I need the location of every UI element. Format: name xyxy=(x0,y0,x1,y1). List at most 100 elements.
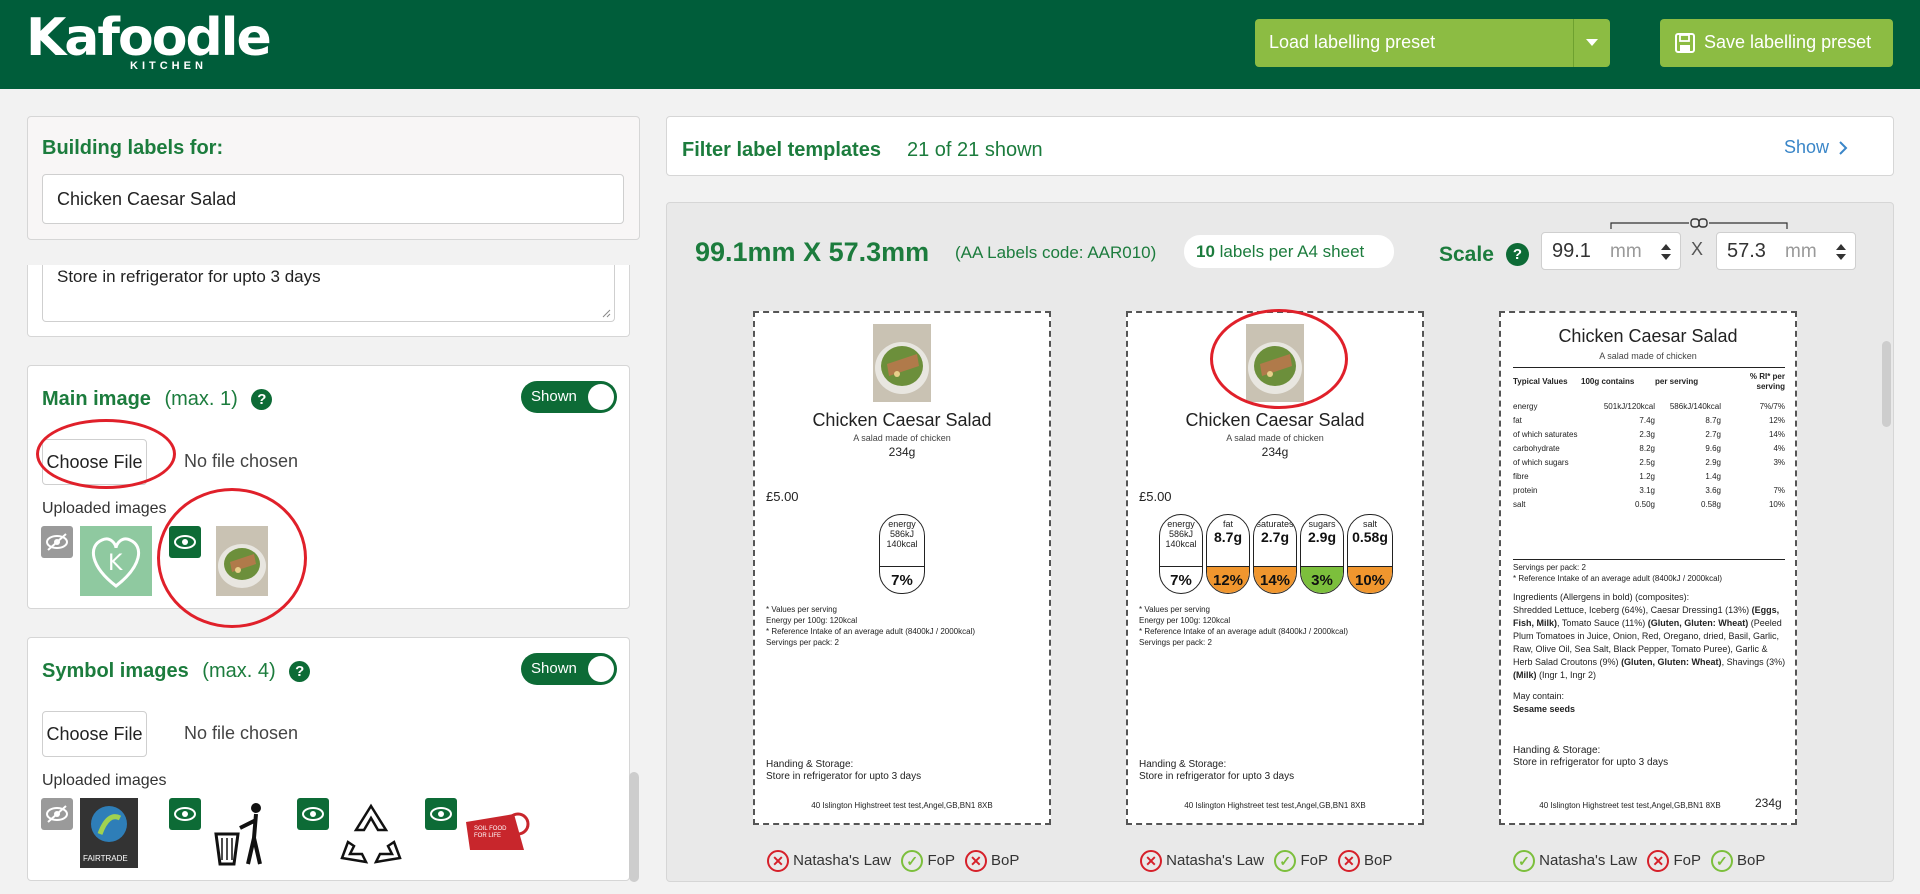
nutrition-rows: energy 501kJ/120kcal 586kJ/140kcal 7%/7% fat… xyxy=(1513,393,1785,512)
sugars-pct: 3% xyxy=(1301,566,1343,593)
kafoodle-logo[interactable]: Kafoodle xyxy=(26,10,272,66)
values-note: * Values per serving xyxy=(766,605,837,614)
nutrition-row: protein 3.1g 3.6g 7% xyxy=(1513,484,1785,498)
nutrition-row: fat 7.4g 8.7g 12% xyxy=(1513,414,1785,428)
eye-icon[interactable] xyxy=(425,798,457,830)
handling-text: Store in refrigerator for upto 3 days xyxy=(1513,757,1669,768)
eye-icon[interactable] xyxy=(169,798,201,830)
per-sheet-text: labels per A4 sheet xyxy=(1219,242,1365,261)
scale-height-input[interactable]: 57.3 mm xyxy=(1716,232,1856,270)
fat-label: fat xyxy=(1222,519,1233,529)
saturates-label: saturates xyxy=(1256,519,1294,529)
label-template-2[interactable]: Chicken Caesar Salad A salad made of chi… xyxy=(1126,309,1424,825)
chevron-right-icon xyxy=(1839,141,1848,155)
handling-text: Store in refrigerator for upto 3 days xyxy=(1139,771,1295,782)
help-icon[interactable]: ? xyxy=(251,389,273,411)
symbol-images-toggle[interactable]: Shown xyxy=(521,653,617,685)
handling-title: Handing & Storage: xyxy=(1513,745,1601,756)
salt-pct: 10% xyxy=(1348,566,1392,593)
recycle-icon[interactable] xyxy=(336,800,406,870)
spinner-icon[interactable] xyxy=(1660,242,1672,262)
ingredients-block: Ingredients (Allergens in bold) (composi… xyxy=(1513,591,1787,716)
filter-count: 21 of 21 shown xyxy=(907,139,1043,161)
energy-pill: energy 586kJ 140kcal 7% xyxy=(879,514,925,594)
label-price: £5.00 xyxy=(1139,489,1172,504)
main-image-toggle[interactable]: Shown xyxy=(521,381,617,413)
scale-height-unit: mm xyxy=(1785,241,1817,262)
svg-text:K: K xyxy=(108,551,123,576)
left-scrollbar-thumb[interactable] xyxy=(629,772,639,882)
natasha-label: Natasha's Law xyxy=(1539,851,1638,869)
nutrition-row: salt 0.50g 0.58g 10% xyxy=(1513,498,1785,512)
check-circle-icon: ✓ xyxy=(1710,850,1733,872)
nutrition-cell: 1.4g xyxy=(1705,472,1721,481)
nutrition-cell: 10% xyxy=(1768,500,1785,509)
salt-label: salt xyxy=(1362,519,1377,529)
fairtrade-logo[interactable]: FAIRTRADE xyxy=(80,798,138,868)
ri-note: * Reference Intake of an average adult (… xyxy=(1513,574,1723,583)
label-price: £5.00 xyxy=(766,489,799,504)
salt-pill: salt 0.58g 10% xyxy=(1347,514,1393,594)
scale-label: Scale xyxy=(1439,243,1494,266)
ri-note: * Reference Intake of an average adult (… xyxy=(1139,627,1349,636)
nutrition-cell: 7% xyxy=(1773,486,1785,495)
nutrition-head-cell: Typical Values xyxy=(1513,377,1568,386)
salt-value: 0.58g xyxy=(1352,529,1388,545)
nutrition-cell: energy xyxy=(1513,402,1538,411)
symbol-images-heading: Symbol images (max. 4) ? xyxy=(42,660,311,683)
check-circle-icon: ✓ xyxy=(901,850,924,872)
energy-top: energy xyxy=(1167,519,1195,529)
scale-width-input[interactable]: 99.1 mm xyxy=(1541,232,1681,270)
chevron-down-icon[interactable] xyxy=(1573,19,1610,67)
recipe-name-input[interactable]: Chicken Caesar Salad xyxy=(42,174,624,224)
nutrition-cell: 3% xyxy=(1773,458,1785,467)
nutrition-top-rule xyxy=(1513,367,1785,368)
eye-slash-icon[interactable] xyxy=(41,798,73,830)
nutrition-cell: 12% xyxy=(1768,416,1785,425)
load-preset-button[interactable]: Load labelling preset xyxy=(1255,19,1610,67)
kafoodle-logo-thumbnail[interactable]: K xyxy=(80,526,152,596)
label-1-status: ✕ Natasha's Law ✓ FoP ✕ BoP xyxy=(767,850,1019,872)
natasha-label: Natasha's Law xyxy=(1166,851,1265,869)
nutrition-row: fibre 1.2g 1.4g xyxy=(1513,470,1785,484)
resize-handle-icon[interactable] xyxy=(601,308,611,318)
highlight-ring-salad-thumbnail xyxy=(157,488,307,628)
label-weight: 234g xyxy=(1755,796,1782,810)
check-circle-icon: ✓ xyxy=(1513,850,1535,872)
label-template-1[interactable]: Chicken Caesar Salad A salad made of chi… xyxy=(753,311,1051,825)
label-template-3[interactable]: Chicken Caesar Salad A salad made of chi… xyxy=(1499,311,1797,825)
storage-text: Store in refrigerator for upto 3 days xyxy=(57,267,321,286)
main-image-uploaded-label: Uploaded images xyxy=(42,500,167,517)
save-preset-button[interactable]: Save labelling preset xyxy=(1660,19,1893,67)
tidy-man-bin-icon[interactable] xyxy=(212,796,272,870)
nutrition-cell: fat xyxy=(1513,416,1522,425)
filter-show-button[interactable]: Show xyxy=(1784,137,1848,158)
eye-slash-icon[interactable] xyxy=(41,526,73,558)
template-scrollbar-thumb[interactable] xyxy=(1882,341,1891,427)
filter-show-label: Show xyxy=(1784,137,1830,157)
save-preset-label: Save labelling preset xyxy=(1704,32,1872,52)
link-icon[interactable] xyxy=(1609,217,1789,231)
label-address: 40 Islington Highstreet test test,Angel,… xyxy=(1539,801,1721,810)
nutrition-cell: 9.6g xyxy=(1705,444,1721,453)
eye-icon[interactable] xyxy=(297,798,329,830)
storage-textarea[interactable]: Store in refrigerator for upto 3 days xyxy=(42,265,615,322)
soil-food-for-life-logo[interactable]: SOIL FOOD FOR LIFE xyxy=(464,806,532,858)
symbol-images-max: (max. 4) xyxy=(202,660,276,682)
sugars-pill: sugars 2.9g 3% xyxy=(1300,514,1344,594)
spinner-icon[interactable] xyxy=(1835,242,1847,262)
salad-photo xyxy=(873,324,931,402)
nutrition-cell: of which saturates xyxy=(1513,430,1578,439)
nutrition-cell: 2.9g xyxy=(1705,458,1721,467)
nutrition-table: Typical Values 100g contains per serving… xyxy=(1513,371,1785,512)
help-icon[interactable]: ? xyxy=(1506,243,1529,266)
fat-pct: 12% xyxy=(1207,566,1249,593)
bop-label: BoP xyxy=(1364,851,1393,869)
help-icon[interactable]: ? xyxy=(289,661,311,683)
scale-height-value: 57.3 xyxy=(1727,240,1766,262)
bop-label: BoP xyxy=(991,851,1020,869)
highlight-ring-label-photo xyxy=(1210,309,1348,409)
scale-width-unit: mm xyxy=(1610,241,1642,262)
energy-kcal: 140kcal xyxy=(886,539,918,549)
symbol-images-choose-file-button[interactable]: Choose File xyxy=(42,711,147,757)
